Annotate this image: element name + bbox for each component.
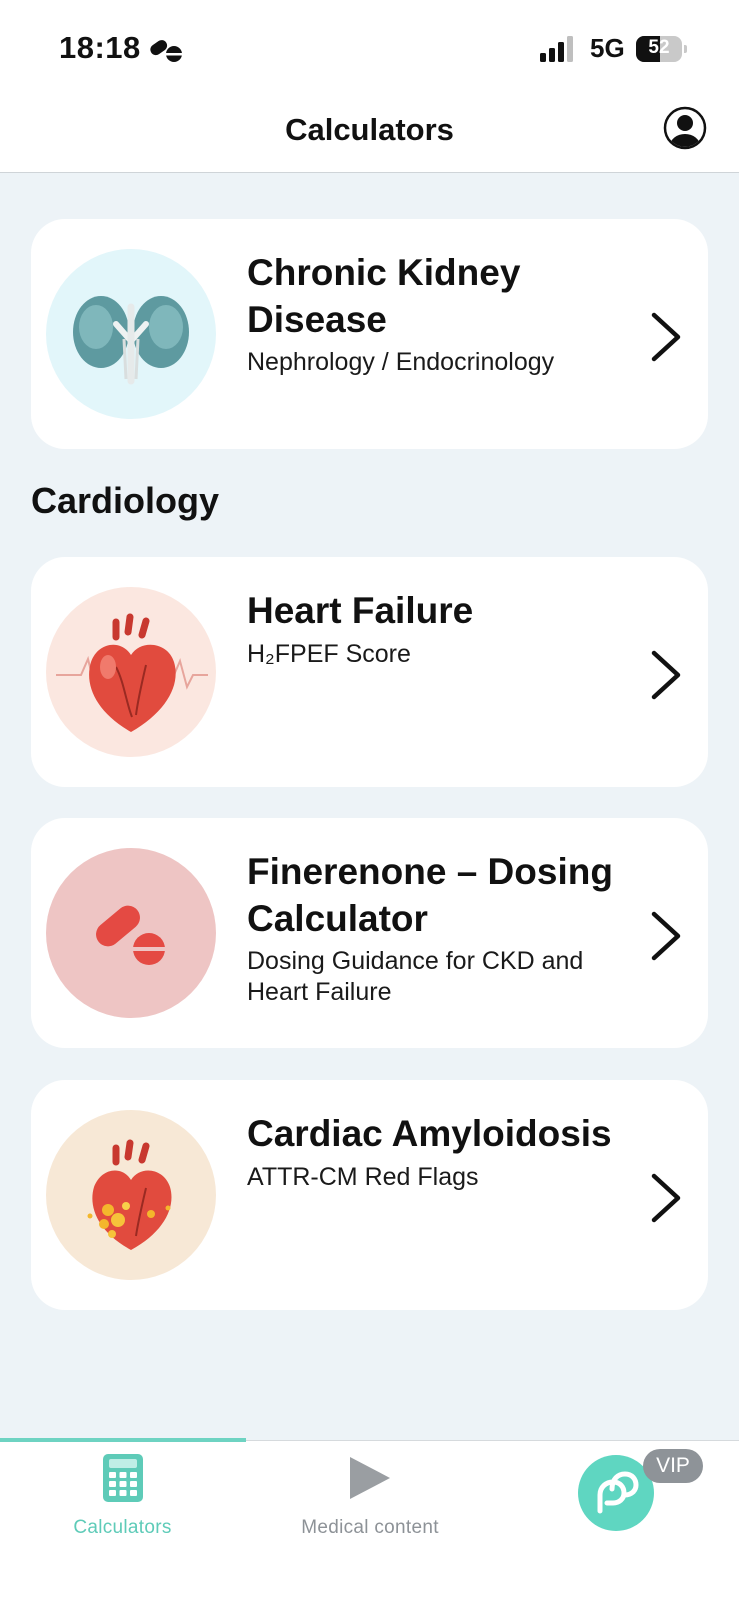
kidneys-illustration: [46, 249, 216, 419]
card-subtitle: ATTR-CM Red Flags: [247, 1163, 479, 1191]
cellular-signal-icon: [540, 36, 573, 62]
tab-bar: Calculators Medical content VIP: [0, 1438, 739, 1601]
navigation-bar: Calculators: [0, 96, 739, 173]
status-time: 18:18: [59, 30, 141, 65]
amyloid-heart-illustration: [46, 1110, 216, 1280]
calculator-card-heart-failure[interactable]: Heart Failure H₂FPEF Score: [31, 557, 708, 787]
card-subtitle: Dosing Guidance for CKD and Heart Failur…: [247, 947, 584, 1006]
tab-label: Medical content: [301, 1517, 439, 1538]
calculator-icon: [103, 1454, 143, 1502]
card-title: Finerenone – Dosing Calculator: [247, 851, 613, 939]
chevron-right-icon: [651, 911, 681, 961]
chevron-right-icon: [651, 650, 681, 700]
network-type: 5G: [590, 33, 625, 63]
calculator-card-ckd[interactable]: Chronic Kidney Disease Nephrology / Endo…: [31, 219, 708, 449]
calculator-card-cardiac-amyloidosis[interactable]: Cardiac Amyloidosis ATTR-CM Red Flags: [31, 1080, 708, 1310]
card-title: Heart Failure: [247, 590, 474, 631]
card-subtitle: Nephrology / Endocrinology: [247, 348, 555, 376]
card-title: Chronic Kidney Disease: [247, 252, 521, 340]
calculator-card-finerenone[interactable]: Finerenone – Dosing Calculator Dosing Gu…: [31, 818, 708, 1048]
tab-label: Calculators: [73, 1517, 172, 1538]
tab-medical-content[interactable]: Medical content: [280, 1441, 460, 1561]
card-title: Cardiac Amyloidosis: [247, 1113, 612, 1154]
vip-badge[interactable]: VIP: [643, 1449, 703, 1483]
chevron-right-icon: [651, 1173, 681, 1223]
status-bar: 18:18 5G 52: [0, 0, 739, 96]
pills-illustration: [46, 848, 216, 1018]
battery-level: 52: [648, 37, 670, 58]
card-subtitle: H₂FPEF Score: [247, 640, 411, 668]
section-heading-cardiology: Cardiology: [31, 480, 220, 521]
profile-button[interactable]: [663, 106, 707, 150]
battery-icon: 52: [636, 36, 687, 62]
play-icon: [350, 1457, 390, 1499]
pills-status-icon: [150, 40, 182, 62]
chevron-right-icon: [651, 312, 681, 362]
heart-illustration: [46, 587, 216, 757]
page-title: Calculators: [285, 112, 454, 147]
tab-calculators[interactable]: Calculators: [40, 1441, 205, 1561]
